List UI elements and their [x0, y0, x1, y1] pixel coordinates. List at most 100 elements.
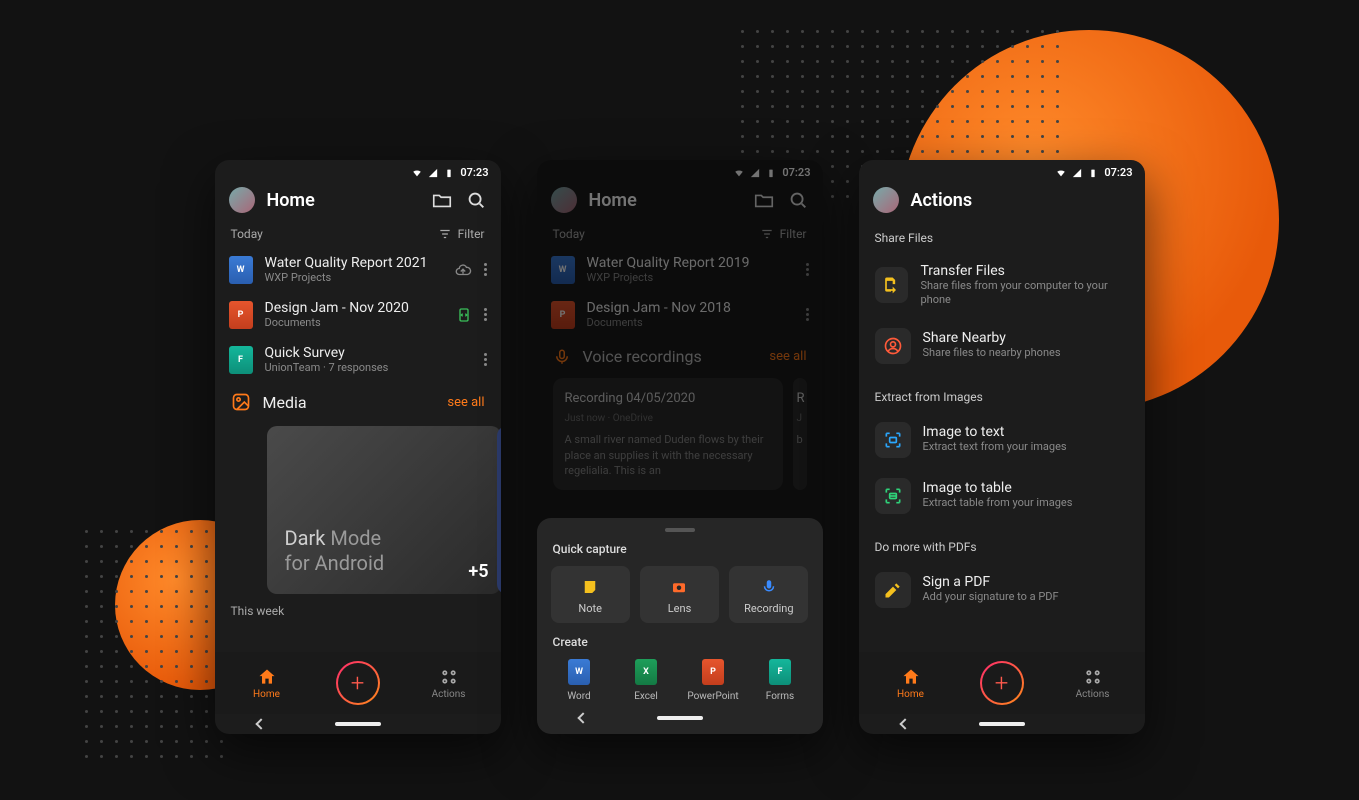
file-subtitle: WXP Projects [587, 271, 782, 284]
note-icon [581, 578, 599, 596]
action-row[interactable]: Image to table Extract table from your i… [859, 468, 1145, 524]
media-card[interactable]: Dark Mode for Android +5 [267, 426, 501, 594]
excel-icon: X [635, 659, 657, 685]
quick-capture-label: Recording [744, 602, 793, 615]
file-status-icon [456, 307, 472, 323]
see-all-link[interactable]: see all [769, 349, 806, 364]
file-row[interactable]: W Water Quality Report 2021 WXP Projects [215, 247, 501, 292]
filter-label[interactable]: Filter [458, 227, 485, 241]
nav-home-label: Home [253, 689, 280, 700]
forms-icon: F [769, 659, 791, 685]
nav-actions-label: Actions [432, 689, 466, 700]
transfer-icon [875, 267, 909, 303]
file-row[interactable]: P Design Jam - Nov 2018 Documents [537, 292, 823, 337]
signature-icon [875, 572, 911, 608]
folder-icon[interactable] [753, 189, 775, 211]
more-icon[interactable] [806, 308, 809, 321]
app-header: Actions [859, 181, 1145, 223]
home-pill-icon[interactable] [979, 722, 1025, 726]
action-subtitle: Add your signature to a PDF [923, 590, 1059, 604]
more-icon[interactable] [806, 263, 809, 276]
see-all-link[interactable]: see all [447, 395, 484, 410]
create-ppt[interactable]: P PowerPoint [685, 659, 742, 702]
search-icon[interactable] [465, 189, 487, 211]
create-excel[interactable]: X Excel [618, 659, 675, 702]
battery-icon [766, 168, 776, 178]
folder-icon[interactable] [431, 189, 453, 211]
wifi-icon [734, 168, 744, 178]
recording-card-peek[interactable]: R J b [793, 378, 807, 490]
recording-sub: Just now · OneDrive [565, 412, 771, 426]
create-sheet: Quick capture Note Lens Recording Create… [537, 518, 823, 734]
avatar[interactable] [229, 187, 255, 213]
media-plus-count: +5 [468, 561, 488, 582]
file-row[interactable]: P Design Jam - Nov 2020 Documents [215, 292, 501, 337]
android-nav-bar [551, 708, 809, 728]
voice-recordings-label: Voice recordings [583, 347, 758, 366]
create-word[interactable]: W Word [551, 659, 608, 702]
file-title: Design Jam - Nov 2018 [587, 300, 782, 316]
status-time: 07:23 [782, 166, 810, 179]
file-subtitle: UnionTeam · 7 responses [265, 361, 460, 374]
filter-icon[interactable] [760, 227, 774, 241]
media-card-peek[interactable] [497, 426, 501, 594]
quick-capture-note[interactable]: Note [551, 566, 630, 623]
fab-create[interactable]: + [980, 661, 1024, 705]
sheet-grabber[interactable] [665, 528, 695, 532]
recording-card[interactable]: Recording 04/05/2020 Just now · OneDrive… [553, 378, 783, 490]
filter-icon[interactable] [438, 227, 452, 241]
file-subtitle: Documents [587, 316, 782, 329]
plus-icon: + [982, 663, 1022, 703]
file-row[interactable]: W Water Quality Report 2019 WXP Projects [537, 247, 823, 292]
share-files-label: Share Files [859, 223, 1145, 253]
action-row[interactable]: Transfer Files Share files from your com… [859, 253, 1145, 318]
home-pill-icon[interactable] [335, 722, 381, 726]
media-card-line1: Dark [285, 526, 326, 550]
wifi-icon [1056, 168, 1066, 178]
file-row[interactable]: F Quick Survey UnionTeam · 7 responses [215, 337, 501, 382]
filter-label[interactable]: Filter [780, 227, 807, 241]
avatar[interactable] [873, 187, 899, 213]
action-row[interactable]: Share Nearby Share files to nearby phone… [859, 318, 1145, 374]
more-icon[interactable] [484, 308, 487, 321]
signal-icon [428, 168, 438, 178]
file-title: Design Jam - Nov 2020 [265, 300, 444, 316]
more-icon[interactable] [484, 263, 487, 276]
more-icon[interactable] [484, 353, 487, 366]
signal-icon [1072, 168, 1082, 178]
create-forms[interactable]: F Forms [752, 659, 809, 702]
file-status-icon [454, 261, 472, 279]
home-pill-icon[interactable] [657, 716, 703, 720]
action-row[interactable]: Sign a PDF Add your signature to a PDF [859, 562, 1145, 618]
ppt-icon: P [229, 301, 253, 329]
status-bar: 07:23 [859, 160, 1145, 181]
today-label: Today [553, 227, 585, 241]
word-icon: W [229, 256, 253, 284]
action-row[interactable]: Image to text Extract text from your ima… [859, 412, 1145, 468]
wifi-icon [412, 168, 422, 178]
file-title: Water Quality Report 2021 [265, 255, 442, 271]
home-icon [901, 667, 921, 687]
back-icon[interactable] [899, 718, 910, 729]
word-icon: W [568, 659, 590, 685]
status-time: 07:23 [1104, 166, 1132, 179]
person-icon [875, 328, 911, 364]
android-nav-bar [215, 714, 501, 734]
back-icon[interactable] [255, 718, 266, 729]
nav-actions[interactable]: Actions [1058, 667, 1128, 700]
fab-create[interactable]: + [336, 661, 380, 705]
quick-capture-label: Quick capture [553, 542, 807, 556]
avatar[interactable] [551, 187, 577, 213]
status-bar: 07:23 [215, 160, 501, 181]
quick-capture-recording[interactable]: Recording [729, 566, 808, 623]
quick-capture-lens[interactable]: Lens [640, 566, 719, 623]
search-icon[interactable] [787, 189, 809, 211]
nav-actions[interactable]: Actions [414, 667, 484, 700]
media-icon [231, 392, 251, 412]
back-icon[interactable] [577, 712, 588, 723]
action-subtitle: Share files to nearby phones [923, 346, 1061, 360]
nav-home[interactable]: Home [876, 667, 946, 700]
nav-home[interactable]: Home [232, 667, 302, 700]
plus-icon: + [338, 663, 378, 703]
create-label: Forms [766, 691, 794, 702]
